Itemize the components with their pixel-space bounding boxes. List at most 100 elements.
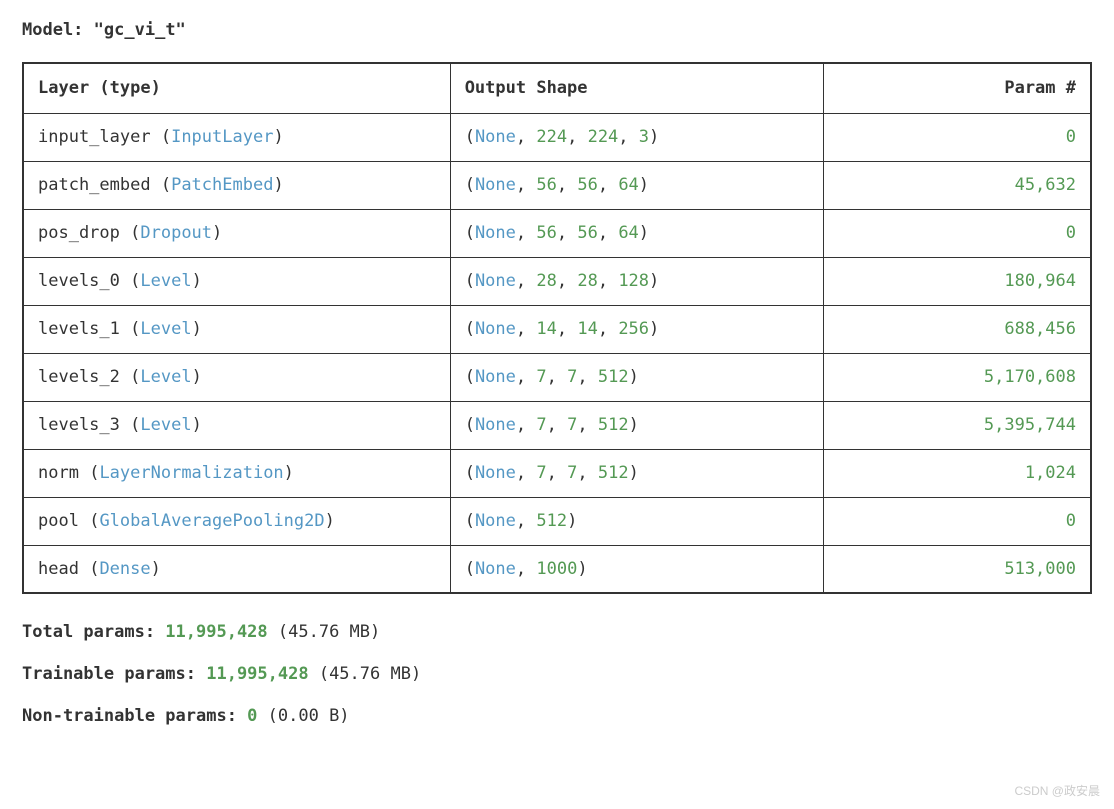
nontrainable-params-value: 0 <box>247 706 257 726</box>
trainable-params-label: Trainable params: <box>22 664 206 684</box>
param-count: 513,000 <box>1004 559 1076 579</box>
model-header: Model: "gc_vi_t" <box>22 20 1092 40</box>
none-keyword: None <box>475 223 516 243</box>
param-count: 45,632 <box>1015 175 1076 195</box>
shape-cell: (None, 7, 7, 512) <box>450 449 824 497</box>
param-count: 5,395,744 <box>984 415 1076 435</box>
table-row: levels_0 (Level)(None, 28, 28, 128) 180,9… <box>23 257 1091 305</box>
table-row: norm (LayerNormalization)(None, 7, 7, 51… <box>23 449 1091 497</box>
layer-name: pool <box>38 511 79 531</box>
shape-dim: 7 <box>567 463 577 483</box>
table-row: patch_embed (PatchEmbed)(None, 56, 56, 6… <box>23 161 1091 209</box>
param-cell: 1,024 <box>824 449 1091 497</box>
params-summary: Total params: 11,995,428 (45.76 MB) Trai… <box>22 622 1092 726</box>
shape-dim: 3 <box>639 127 649 147</box>
none-keyword: None <box>475 559 516 579</box>
shape-dim: 512 <box>598 367 629 387</box>
shape-dim: 7 <box>567 415 577 435</box>
shape-cell: (None, 56, 56, 64) <box>450 209 824 257</box>
layer-cell: patch_embed (PatchEmbed) <box>23 161 450 209</box>
shape-dim: 28 <box>577 271 597 291</box>
layer-cell: pos_drop (Dropout) <box>23 209 450 257</box>
shape-dim: 7 <box>536 463 546 483</box>
layer-name: levels_3 <box>38 415 120 435</box>
layer-cell: norm (LayerNormalization) <box>23 449 450 497</box>
param-count: 180,964 <box>1004 271 1076 291</box>
layer-cell: head (Dense) <box>23 545 450 593</box>
none-keyword: None <box>475 463 516 483</box>
param-cell: 513,000 <box>824 545 1091 593</box>
layer-name: levels_1 <box>38 319 120 339</box>
layer-name: pos_drop <box>38 223 120 243</box>
shape-dim: 128 <box>618 271 649 291</box>
table-row: levels_1 (Level)(None, 14, 14, 256)688,4… <box>23 305 1091 353</box>
layer-type: Dense <box>99 559 150 579</box>
layer-type: LayerNormalization <box>99 463 283 483</box>
param-count: 0 <box>1066 511 1076 531</box>
none-keyword: None <box>475 319 516 339</box>
layer-name: patch_embed <box>38 175 151 195</box>
shape-dim: 1000 <box>536 559 577 579</box>
shape-cell: (None, 512) <box>450 497 824 545</box>
layer-type: PatchEmbed <box>171 175 273 195</box>
shape-dim: 56 <box>577 175 597 195</box>
param-cell: 0 <box>824 497 1091 545</box>
table-row: pool (GlobalAveragePooling2D)(None, 512)… <box>23 497 1091 545</box>
shape-dim: 56 <box>577 223 597 243</box>
param-count: 5,170,608 <box>984 367 1076 387</box>
none-keyword: None <box>475 367 516 387</box>
shape-dim: 64 <box>618 223 638 243</box>
shape-dim: 512 <box>536 511 567 531</box>
param-count: 0 <box>1066 223 1076 243</box>
shape-cell: (None, 14, 14, 256) <box>450 305 824 353</box>
table-row: levels_2 (Level)(None, 7, 7, 512) 5,170,6… <box>23 353 1091 401</box>
layer-cell: levels_3 (Level) <box>23 401 450 449</box>
layer-name: levels_0 <box>38 271 120 291</box>
shape-dim: 512 <box>598 463 629 483</box>
shape-dim: 7 <box>567 367 577 387</box>
nontrainable-params-label: Non-trainable params: <box>22 706 247 726</box>
shape-cell: (None, 7, 7, 512) <box>450 401 824 449</box>
shape-dim: 256 <box>618 319 649 339</box>
layer-type: Level <box>140 319 191 339</box>
model-name: "gc_vi_t" <box>94 20 186 40</box>
param-cell: 0 <box>824 209 1091 257</box>
shape-cell: (None, 1000) <box>450 545 824 593</box>
shape-cell: (None, 56, 56, 64) <box>450 161 824 209</box>
shape-dim: 56 <box>536 223 556 243</box>
shape-dim: 14 <box>536 319 556 339</box>
header-params: Param # <box>824 63 1091 113</box>
total-params-line: Total params: 11,995,428 (45.76 MB) <box>22 622 1092 642</box>
layer-cell: levels_0 (Level) <box>23 257 450 305</box>
param-cell: 0 <box>824 113 1091 161</box>
shape-cell: (None, 224, 224, 3) <box>450 113 824 161</box>
total-params-value: 11,995,428 <box>165 622 267 642</box>
total-params-label: Total params: <box>22 622 165 642</box>
shape-dim: 64 <box>618 175 638 195</box>
param-cell: 5,395,744 <box>824 401 1091 449</box>
layer-type: Dropout <box>140 223 212 243</box>
param-cell: 180,964 <box>824 257 1091 305</box>
param-cell: 5,170,608 <box>824 353 1091 401</box>
shape-cell: (None, 28, 28, 128) <box>450 257 824 305</box>
none-keyword: None <box>475 127 516 147</box>
trainable-params-size: (45.76 MB) <box>309 664 422 684</box>
layer-type: Level <box>140 415 191 435</box>
layer-name: input_layer <box>38 127 151 147</box>
param-count: 0 <box>1066 127 1076 147</box>
layer-cell: levels_2 (Level) <box>23 353 450 401</box>
param-count: 1,024 <box>1025 463 1076 483</box>
layer-cell: levels_1 (Level) <box>23 305 450 353</box>
shape-cell: (None, 7, 7, 512) <box>450 353 824 401</box>
layer-type: Level <box>140 271 191 291</box>
trainable-params-line: Trainable params: 11,995,428 (45.76 MB) <box>22 664 1092 684</box>
none-keyword: None <box>475 511 516 531</box>
param-cell: 45,632 <box>824 161 1091 209</box>
layer-name: levels_2 <box>38 367 120 387</box>
param-cell: 688,456 <box>824 305 1091 353</box>
model-summary-table: Layer (type) Output Shape Param # input_… <box>22 62 1092 594</box>
shape-dim: 7 <box>536 415 546 435</box>
layer-name: head <box>38 559 79 579</box>
shape-dim: 512 <box>598 415 629 435</box>
watermark: CSDN @政安晨 <box>1014 782 1100 799</box>
